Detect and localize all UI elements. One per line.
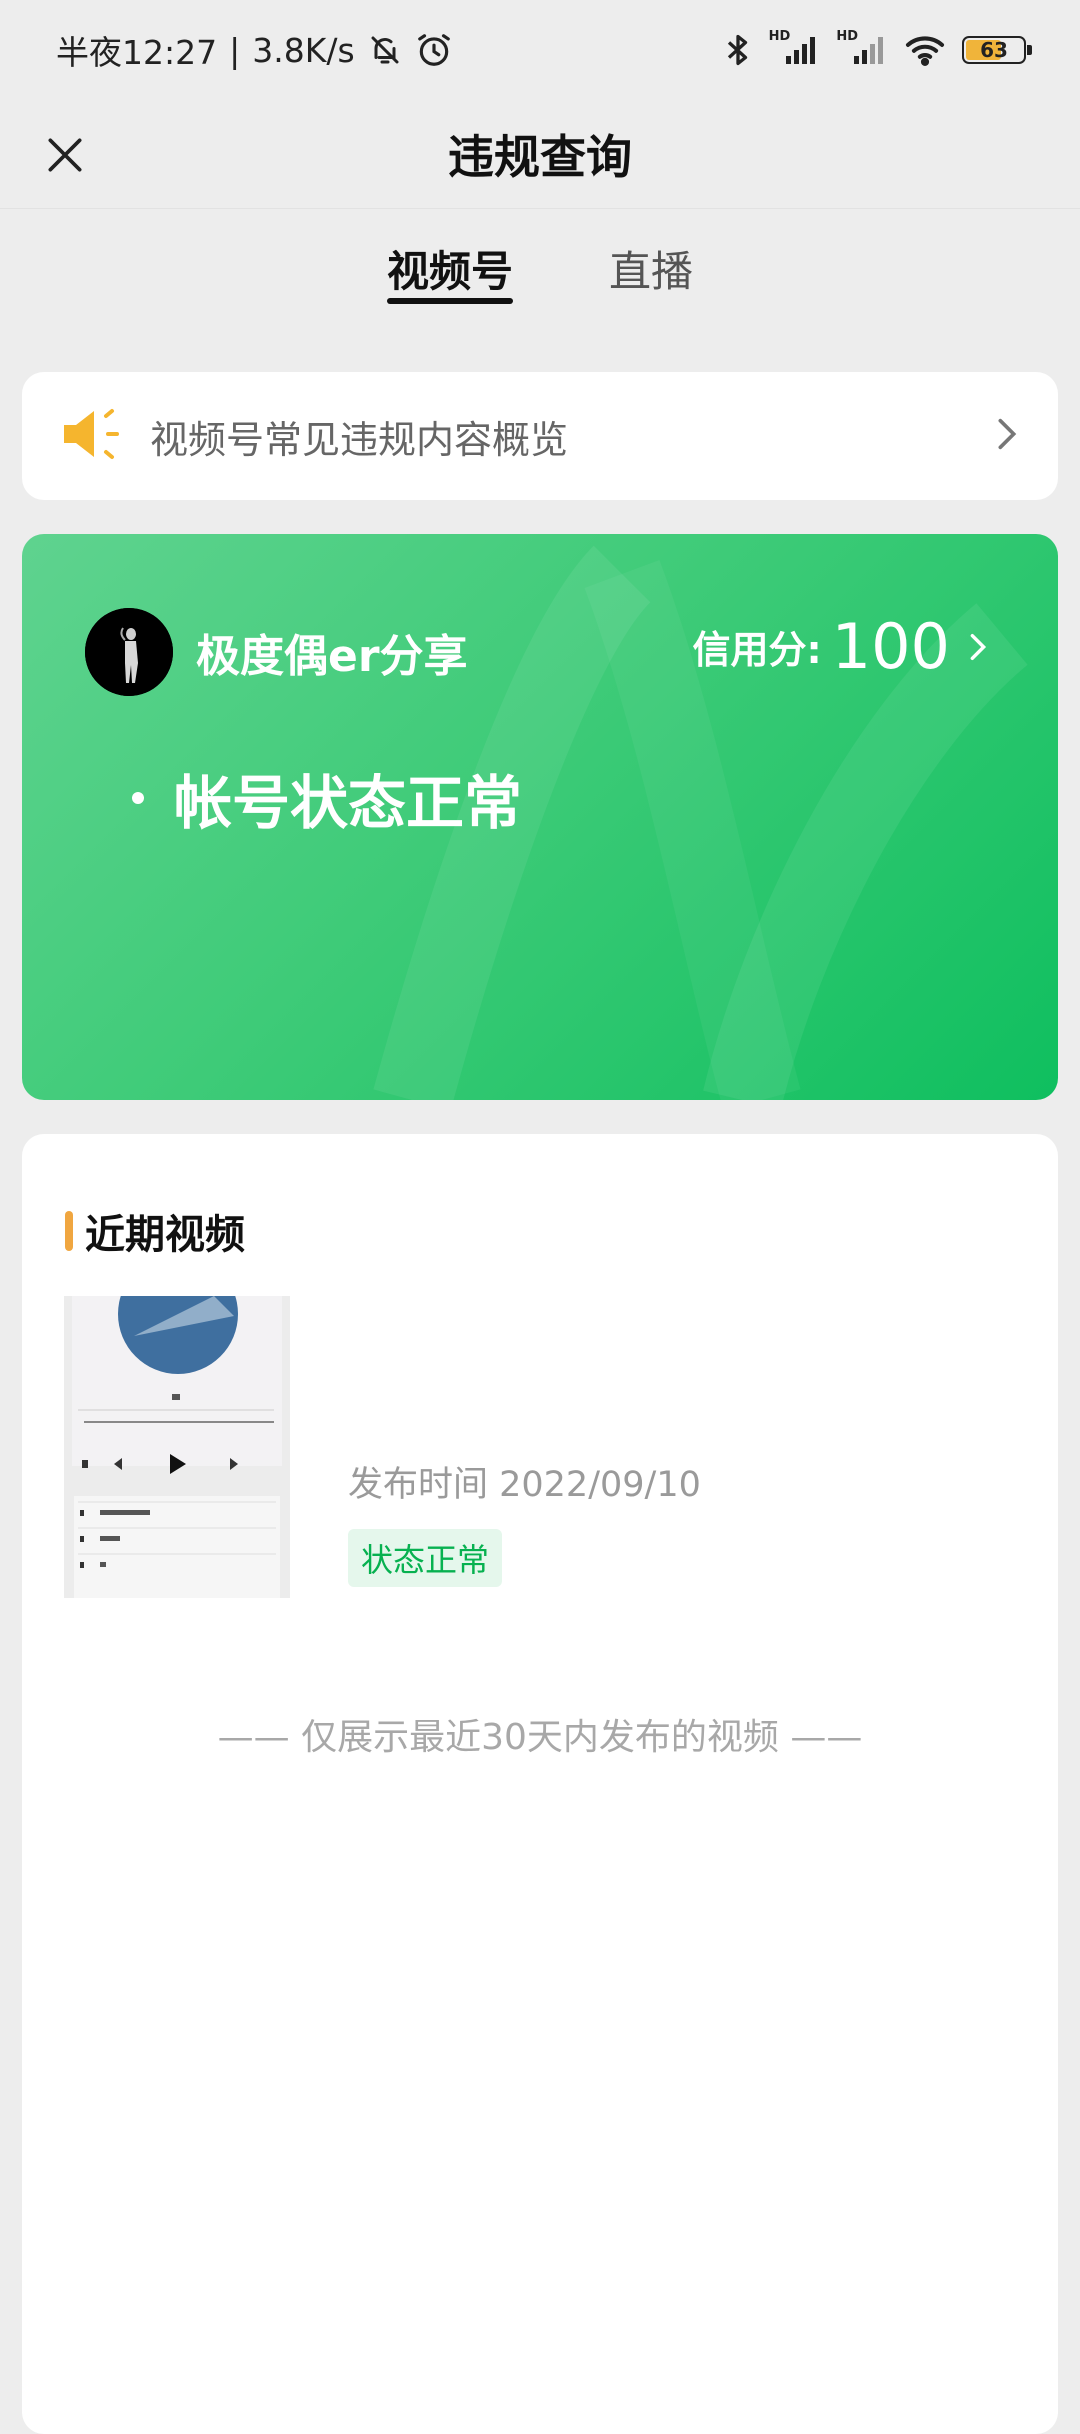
bullet-dot [132,792,144,804]
status-bar-right: HD HD 63 [723,29,1032,68]
megaphone-icon [62,406,128,466]
bluetooth-icon [723,32,753,68]
video-thumbnail[interactable] [64,1296,290,1598]
network-speed: 3.8K/s [252,30,355,70]
credit-label: 信用分: [692,628,822,672]
wifi-icon [904,33,946,67]
video-meta: 发布时间 2022/09/10 状态正常 [348,1456,701,1587]
publish-time: 发布时间 2022/09/10 [348,1465,701,1505]
separator: | [229,30,241,70]
tab-channels[interactable]: 视频号 [386,210,514,304]
recent-videos-heading: 近期视频 [65,1202,245,1260]
credit-score: 100 [831,610,950,683]
signal-1-label: HD [768,28,791,44]
credit-score-link[interactable]: 信用分: 100 [692,610,988,683]
alarm-icon [415,31,453,69]
signal-2-label: HD [836,28,858,44]
chevron-right-icon [994,414,1020,458]
cell-signal-2-icon: HD [836,29,888,66]
status-bar: 半夜12:27 | 3.8K/s HD HD 63 [0,0,1080,100]
close-button[interactable] [30,120,100,190]
tab-live[interactable]: 直播 [609,210,693,302]
recent-videos-footnote: —— 仅展示最近30天内发布的视频 —— [217,1717,863,1758]
account-status-text: 帐号状态正常 [174,769,523,837]
account-name: 极度偶er分享 [196,631,468,682]
avatar[interactable] [85,608,173,696]
violation-overview-link[interactable]: 视频号常见违规内容概览 [22,372,1058,500]
cell-signal-1-icon: HD [769,29,821,66]
tab-bar: 视频号 直播 [0,210,1080,330]
account-status: 帐号状态正常 [132,756,522,840]
status-badge: 状态正常 [348,1529,503,1587]
status-bar-left: 半夜12:27 | 3.8K/s [56,26,453,74]
navigation-bar: 违规查询 [0,100,1080,209]
recent-videos-card: 近期视频 发布时间 2022/09/10 状态正常 —— 仅展示最近30天内发布… [22,1134,1058,2434]
notice-text: 视频号常见违规内容概览 [150,417,569,462]
close-icon [48,138,82,172]
account-status-card: 极度偶er分享 信用分: 100 帐号状态正常 [22,534,1058,1100]
bell-muted-icon [367,32,403,68]
video-list-item[interactable]: 发布时间 2022/09/10 状态正常 [64,1296,1014,1598]
battery-icon: 63 [962,36,1032,64]
clock: 半夜12:27 [56,33,218,72]
recent-videos-title: 近期视频 [85,1212,245,1258]
chevron-right-icon [968,630,988,664]
page-title: 违规查询 [448,130,632,184]
heading-accent-bar [65,1211,73,1251]
battery-percent: 63 [980,38,1008,62]
thumbnail-image [64,1296,290,1598]
